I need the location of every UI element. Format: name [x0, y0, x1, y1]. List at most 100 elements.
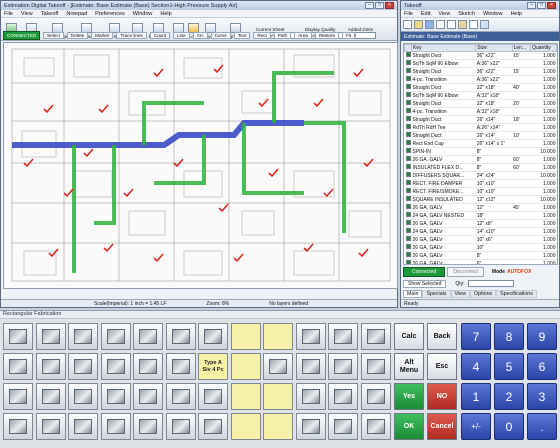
fitting-tile[interactable] — [328, 353, 358, 380]
tab-view[interactable]: View — [450, 289, 470, 298]
table-row[interactable]: 26 GA. GALV 8" 1.000 — [404, 251, 557, 260]
row-checkbox[interactable] — [404, 227, 412, 236]
numpad-4[interactable]: 4 — [461, 353, 491, 380]
fitting-tile[interactable] — [68, 353, 98, 380]
menu-window[interactable]: Window — [133, 11, 153, 17]
ok-button[interactable]: OK — [394, 413, 424, 440]
column-header-size[interactable]: Size — [475, 44, 513, 52]
takeoff-close-button[interactable]: × — [547, 2, 556, 9]
close-button[interactable]: × — [385, 2, 394, 9]
row-checkbox[interactable] — [404, 107, 412, 116]
column-header-quantity[interactable]: Quantity — [530, 44, 557, 52]
takeoff-menu-help[interactable]: Help — [511, 11, 522, 17]
curve-tool[interactable]: Curve — [210, 32, 231, 39]
disconnect-button[interactable]: Disconnect — [447, 267, 484, 277]
save-icon[interactable] — [425, 20, 434, 29]
row-checkbox[interactable] — [404, 147, 412, 156]
checkbox[interactable] — [405, 204, 411, 209]
new-icon[interactable] — [403, 20, 412, 29]
marker-tool[interactable]: Marker — [91, 32, 114, 39]
numpad-8[interactable]: 8 — [494, 323, 524, 350]
checkbox[interactable] — [405, 252, 411, 257]
fitting-tile[interactable] — [295, 353, 326, 380]
checkbox[interactable] — [405, 60, 411, 65]
row-checkbox[interactable] — [404, 259, 412, 264]
table-row[interactable]: Straight Duct 32" x18" 40' 1.000 — [404, 83, 557, 92]
takeoff-items-list[interactable]: Key Size Len... Quantity Straight Duct 36… — [403, 43, 558, 265]
numpad-0[interactable]: 0 — [494, 413, 524, 440]
checkbox[interactable] — [405, 172, 411, 177]
checkbox[interactable] — [405, 228, 411, 233]
line-tool[interactable]: Line — [173, 32, 190, 39]
checkbox[interactable] — [405, 100, 411, 105]
table-row[interactable]: 26 GA. GALV 6" 1.000 — [404, 259, 557, 264]
checkbox[interactable] — [405, 124, 411, 129]
empty-fitting-slot[interactable] — [230, 323, 261, 350]
show-selected-button[interactable]: Show Selected — [403, 279, 447, 288]
row-checkbox[interactable] — [404, 219, 412, 228]
qty-input[interactable] — [467, 280, 514, 287]
row-checkbox[interactable] — [404, 243, 412, 252]
fitting-tile[interactable] — [198, 413, 228, 440]
table-row[interactable]: Straight Duct 36" x22" 15' 1.000 — [404, 51, 557, 60]
row-checkbox[interactable] — [404, 91, 412, 100]
calc-button[interactable]: Calc — [394, 323, 424, 350]
fitting-tile[interactable] — [35, 383, 66, 410]
area-tool[interactable]: Area — [294, 32, 312, 39]
checkbox[interactable] — [405, 236, 411, 241]
table-row[interactable]: Straight Duct 32" x18" 20' 1.000 — [404, 99, 557, 108]
supply-branch-5[interactable] — [272, 71, 334, 123]
checkbox[interactable] — [405, 260, 411, 264]
table-row[interactable]: 26 GA. GALV 8" 60' 1.000 — [404, 155, 557, 164]
table-row[interactable]: SQUARE INSULATED 12" x12" 10.000 — [404, 195, 557, 204]
checkbox[interactable] — [405, 76, 411, 81]
fitting-tile[interactable] — [133, 413, 163, 440]
cut-icon[interactable] — [436, 20, 445, 29]
table-row[interactable]: SPIN-IN 8" 10.000 — [404, 147, 557, 156]
checkbox[interactable] — [405, 244, 411, 249]
fitting-tile[interactable] — [100, 323, 131, 350]
menu-view[interactable]: View — [21, 11, 33, 17]
fitting-tile[interactable] — [360, 413, 391, 440]
fitting-tile[interactable] — [100, 353, 131, 380]
fitting-tile[interactable] — [360, 323, 391, 350]
tab-specifications[interactable]: Specifications — [496, 289, 537, 298]
checkbox[interactable] — [405, 84, 411, 89]
fitting-tile[interactable] — [295, 413, 326, 440]
row-checkbox[interactable] — [404, 59, 412, 68]
row-checkbox[interactable] — [404, 131, 412, 140]
row-checkbox[interactable] — [404, 211, 412, 220]
column-header-key[interactable]: Key — [410, 44, 477, 52]
maximize-button[interactable]: □ — [375, 2, 384, 9]
table-row[interactable]: Straight Duct 26" x14" 18' 1.000 — [404, 115, 557, 124]
fitting-tile[interactable] — [133, 323, 163, 350]
fitting-tile[interactable] — [68, 413, 98, 440]
numpad-7[interactable]: 7 — [461, 323, 491, 350]
yes-button[interactable]: Yes — [394, 383, 424, 410]
fitting-tile[interactable] — [198, 383, 228, 410]
fitting-tile[interactable] — [100, 413, 131, 440]
checkbox[interactable] — [405, 196, 411, 201]
open-icon[interactable] — [414, 20, 423, 29]
column-header-length[interactable]: Len... — [511, 44, 532, 52]
table-row[interactable]: DIFFUSERS SQUAR... 24" x24" 10.000 — [404, 171, 557, 180]
fitting-tile[interactable] — [165, 383, 196, 410]
row-checkbox[interactable] — [404, 155, 412, 164]
empty-fitting-slot[interactable] — [230, 383, 261, 410]
menu-takeoff[interactable]: Takeoff — [41, 11, 59, 17]
fitting-tile[interactable] — [35, 353, 66, 380]
fitting-tile[interactable] — [263, 353, 293, 380]
fitting-tile[interactable] — [68, 323, 98, 350]
fitting-tile[interactable] — [360, 353, 391, 380]
row-checkbox[interactable] — [404, 187, 412, 196]
row-checkbox[interactable] — [404, 67, 412, 76]
alt-menu-button[interactable]: Alt Menu — [394, 353, 424, 380]
minimize-button[interactable]: – — [365, 2, 374, 9]
fitting-tile[interactable] — [3, 383, 33, 410]
fitting-tile[interactable] — [68, 383, 98, 410]
table-row[interactable]: 24 GA. GALV NESTED 18" 1.000 — [404, 211, 557, 220]
fitting-tile[interactable] — [133, 353, 163, 380]
table-row[interactable]: Straight Duct 36" x22" 15' 1.000 — [404, 67, 557, 76]
tab-main[interactable]: Main — [403, 289, 423, 298]
numpad-1[interactable]: 1 — [461, 383, 491, 410]
